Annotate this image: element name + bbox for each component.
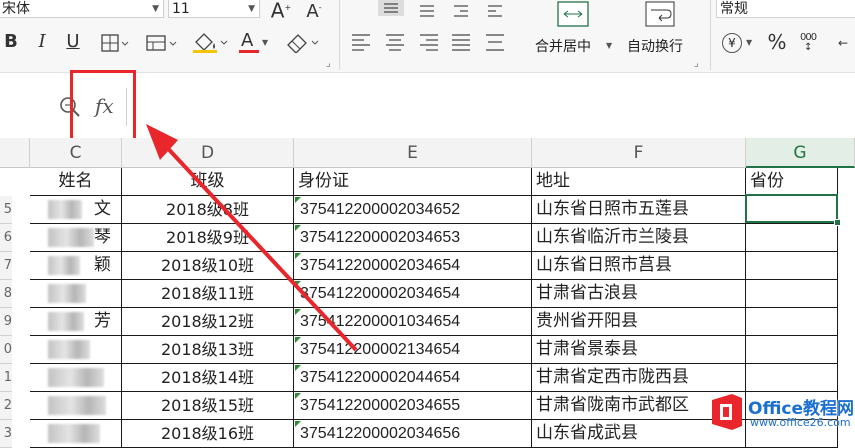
watermark-url: www.office26.com [750,416,851,429]
office-logo-icon [712,394,742,430]
watermark-logo: Office教程网 www.office26.com [708,390,855,438]
annotation-arrow [146,124,358,352]
